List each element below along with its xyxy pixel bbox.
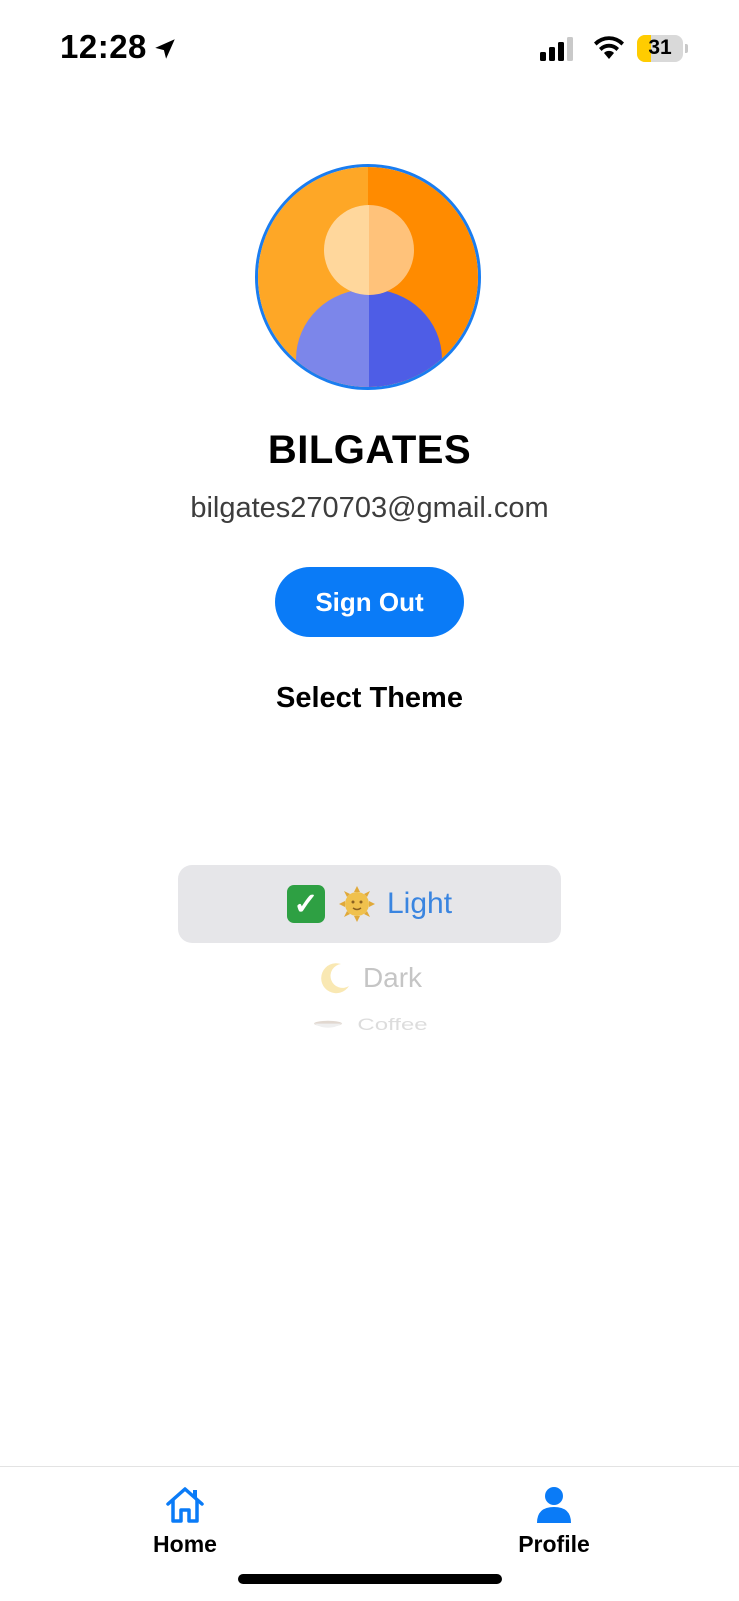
tab-label: Profile (518, 1531, 590, 1557)
avatar-head (324, 205, 414, 295)
location-arrow-icon (155, 39, 175, 59)
battery-nub (685, 44, 688, 53)
tab-home[interactable]: Home (115, 1485, 255, 1575)
sign-out-button[interactable]: Sign Out (275, 567, 464, 637)
status-bar: 12:28 31 (0, 0, 739, 100)
theme-option-coffee[interactable]: Coffee (178, 1015, 561, 1036)
theme-option-label: Coffee (357, 1015, 428, 1035)
coffee-cup-icon (314, 1020, 343, 1028)
theme-picker[interactable]: ✓ Light Dark Coffee (178, 860, 561, 1060)
person-icon (537, 1487, 571, 1523)
home-indicator (238, 1574, 502, 1584)
tab-profile[interactable]: Profile (484, 1485, 624, 1575)
theme-option-label: Dark (362, 962, 423, 993)
wifi-icon (594, 36, 624, 59)
sun-face-icon (338, 886, 375, 922)
user-avatar-icon (255, 164, 481, 390)
cellular-signal-icon (540, 37, 573, 61)
tab-label: Home (153, 1531, 217, 1557)
theme-option-label: Light (386, 887, 453, 920)
user-name: BILGATES (267, 428, 472, 472)
battery-body: 31 (637, 35, 683, 62)
theme-option-light[interactable]: ✓ Light (178, 865, 561, 943)
battery-icon: 31 (637, 35, 688, 62)
battery-level: 31 (648, 36, 672, 59)
checkmark-icon: ✓ (286, 885, 325, 923)
user-email: bilgates270703@gmail.com (190, 492, 549, 524)
status-time: 12:28 (60, 28, 147, 65)
home-icon (166, 1487, 204, 1523)
crescent-moon-icon (321, 963, 349, 994)
theme-option-dark[interactable]: Dark (178, 955, 561, 1001)
theme-section-title: Select Theme (276, 682, 463, 714)
